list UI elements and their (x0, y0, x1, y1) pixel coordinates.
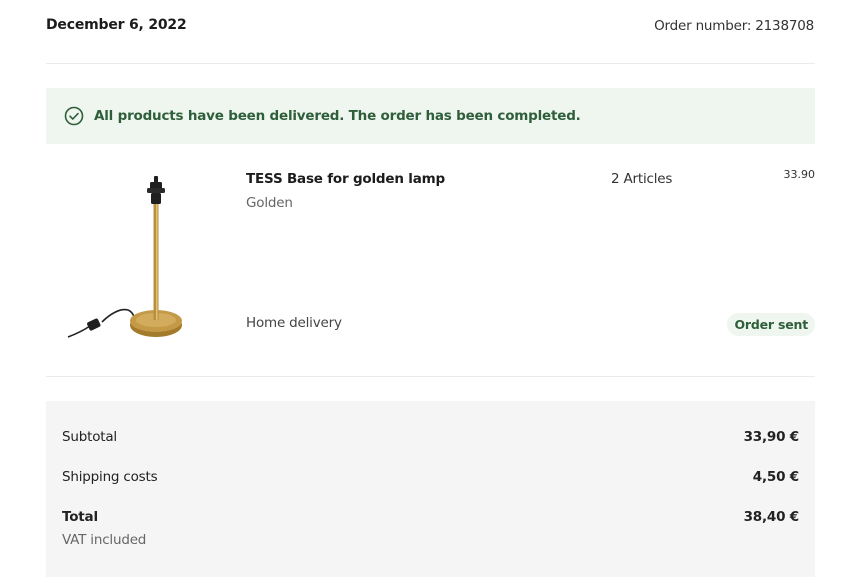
subtotal-row: Subtotal 33,90 € (62, 429, 799, 445)
status-badge: Order sent (727, 313, 815, 336)
divider (46, 376, 815, 377)
check-circle-icon (64, 106, 84, 126)
order-status-banner: All products have been delivered. The or… (46, 88, 815, 144)
shipping-value: 4,50 € (752, 469, 799, 485)
subtotal-label: Subtotal (62, 429, 117, 445)
product-name[interactable]: TESS Base for golden lamp (246, 171, 445, 187)
order-summary: Subtotal 33,90 € Shipping costs 4,50 € T… (46, 401, 815, 577)
lamp-base-image (67, 176, 182, 338)
shipping-row: Shipping costs 4,50 € (62, 469, 799, 485)
order-status-message: All products have been delivered. The or… (94, 108, 581, 124)
product-quantity: 2 Articles (611, 171, 673, 187)
total-value: 38,40 € (743, 509, 800, 525)
total-row: Total 38,40 € (62, 509, 799, 525)
product-price: 33.90 (783, 168, 816, 181)
subtotal-value: 33,90 € (743, 429, 800, 445)
order-number: Order number: 2138708 (654, 18, 814, 34)
shipping-label: Shipping costs (62, 469, 158, 485)
divider (46, 63, 815, 64)
order-date: December 6, 2022 (46, 17, 187, 33)
delivery-method: Home delivery (246, 315, 342, 331)
total-label: Total (62, 509, 98, 525)
product-image[interactable] (62, 170, 192, 348)
vat-note: VAT included (62, 532, 147, 548)
order-detail-page: December 6, 2022 Order number: 2138708 A… (0, 0, 856, 584)
product-variant: Golden (246, 195, 293, 211)
